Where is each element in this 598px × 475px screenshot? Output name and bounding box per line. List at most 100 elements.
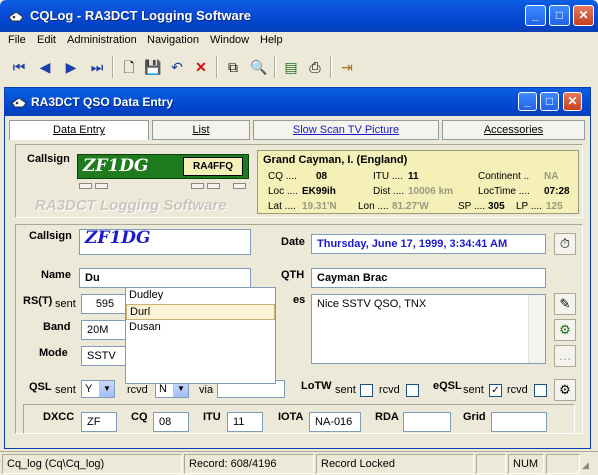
list-item[interactable]: Dudley — [126, 288, 275, 304]
continent-label: Continent .. — [478, 171, 530, 182]
child-close-button[interactable]: ✕ — [563, 92, 582, 111]
mode-label: Mode — [39, 347, 68, 359]
find-icon[interactable]: 🔍 — [248, 54, 270, 80]
rda-field[interactable] — [403, 412, 451, 432]
qsl-label: QSL — [29, 381, 52, 393]
clock-icon[interactable]: ⏱ — [554, 233, 576, 255]
name-label: Name — [41, 269, 71, 281]
prev-record-icon[interactable]: ◀ — [34, 54, 56, 80]
child-maximize-button[interactable]: □ — [540, 92, 559, 111]
minimize-button[interactable]: _ — [525, 5, 546, 26]
dist-value: 10006 km — [408, 186, 454, 197]
lat-label: Lat .... — [268, 201, 296, 212]
notes-field[interactable]: Nice SSTV QSO, TNX — [311, 294, 546, 364]
user-add-icon[interactable]: ⚙ — [554, 319, 576, 341]
tab-data-entry[interactable]: Data Entry — [9, 120, 149, 140]
status-empty — [476, 454, 506, 474]
loctime-value: 07:28 — [544, 186, 570, 197]
more-button[interactable]: … — [554, 345, 576, 367]
rst-label: RS(T) — [23, 295, 53, 307]
dist-label: Dist .... — [373, 186, 405, 197]
led-indicator — [191, 183, 204, 189]
iota-label: IOTA — [278, 411, 304, 423]
next-record-icon[interactable]: ▶ — [60, 54, 82, 80]
lotw-rcvd-checkbox[interactable] — [406, 384, 419, 397]
menu-window[interactable]: Window — [210, 34, 249, 46]
callsign-label: Callsign — [29, 230, 72, 242]
name-autocomplete-list[interactable]: Dudley Durl Dusan — [125, 287, 276, 384]
lp-value: 125 — [546, 201, 563, 212]
eqsl-sent-checkbox[interactable]: ✓ — [489, 384, 502, 397]
itu-value: 11 — [408, 171, 419, 182]
status-record: Record: 608/4196 — [184, 454, 314, 474]
country-name: Grand Cayman, I. (England) — [263, 154, 408, 166]
menu-edit[interactable]: Edit — [37, 34, 56, 46]
lotw-sent-label: sent — [335, 384, 356, 396]
tab-list[interactable]: List — [152, 120, 250, 140]
rst-sent-field[interactable]: 595 — [81, 294, 129, 314]
resize-grip-icon[interactable]: ◢ — [582, 460, 589, 471]
exit-icon[interactable]: ⇥ — [336, 54, 358, 80]
iota-field[interactable]: NA-016 — [309, 412, 361, 432]
title-bar[interactable]: CQLog - RA3DCT Logging Software _ □ ✕ — [0, 0, 598, 32]
copy-icon[interactable]: ⧉ — [222, 54, 244, 80]
first-record-icon[interactable]: ⏮ — [8, 54, 30, 80]
lon-label: Lon .... — [358, 201, 389, 212]
cq-zone-label: CQ — [131, 411, 148, 423]
header-callsign: ZF1DG — [83, 156, 149, 176]
lat-value: 19.31'N — [302, 201, 337, 212]
lotw-sent-checkbox[interactable] — [360, 384, 373, 397]
save-icon[interactable]: 💾 — [142, 54, 164, 80]
app-icon — [11, 97, 27, 108]
mode-field[interactable]: SSTV — [81, 346, 129, 366]
dxcc-field[interactable]: ZF — [81, 412, 117, 432]
toolbar-separator — [330, 56, 332, 78]
eqsl-rcvd-label: rcvd — [507, 384, 528, 396]
menu-administration[interactable]: Administration — [67, 34, 137, 46]
eqsl-rcvd-checkbox[interactable] — [534, 384, 547, 397]
edit-notes-icon[interactable]: ✎ — [554, 293, 576, 315]
name-field[interactable]: Du — [79, 268, 251, 288]
menu-help[interactable]: Help — [260, 34, 283, 46]
maximize-button[interactable]: □ — [549, 5, 570, 26]
date-field[interactable]: Thursday, June 17, 1999, 3:34:41 AM — [311, 234, 546, 254]
status-empty — [546, 454, 580, 474]
child-title-bar[interactable]: RA3DCT QSO Data Entry _ □ ✕ — [5, 88, 590, 116]
list-item[interactable]: Dusan — [126, 320, 275, 336]
tab-accessories[interactable]: Accessories — [442, 120, 585, 140]
status-locked: Record Locked — [316, 454, 474, 474]
menu-file[interactable]: File — [8, 34, 26, 46]
app-icon — [8, 11, 24, 22]
settings-icon[interactable]: ▤ — [280, 54, 302, 80]
callsign-field[interactable]: ZF1DG — [79, 229, 251, 255]
tab-sstv-picture[interactable]: Slow Scan TV Picture — [253, 120, 439, 140]
loctime-label: LocTime .... — [478, 186, 530, 197]
child-window-title: RA3DCT QSO Data Entry — [31, 95, 174, 109]
list-item[interactable]: Durl — [126, 304, 275, 320]
child-minimize-button[interactable]: _ — [518, 92, 537, 111]
qsl-manager-icon[interactable]: ⚙ — [554, 379, 576, 401]
last-record-icon[interactable]: ⏭ — [86, 54, 108, 80]
qsl-via-label: via — [199, 384, 214, 396]
band-field[interactable]: 20M — [81, 320, 129, 340]
itu-zone-field[interactable]: 11 — [227, 412, 263, 432]
cq-zone-field[interactable]: 08 — [153, 412, 189, 432]
dxcc-label: DXCC — [43, 411, 75, 423]
menu-navigation[interactable]: Navigation — [147, 34, 199, 46]
close-button[interactable]: ✕ — [573, 5, 594, 26]
qsl-sent-select[interactable]: Y ▼ — [81, 380, 115, 398]
status-num: NUM — [508, 454, 544, 474]
undo-icon[interactable]: ↶ — [166, 54, 188, 80]
delete-icon[interactable]: ✕ — [190, 54, 212, 80]
country-info-panel: Grand Cayman, I. (England) CQ .... 08 IT… — [257, 150, 579, 214]
lp-label: LP .... — [516, 201, 542, 212]
qth-field[interactable]: Cayman Brac — [311, 268, 546, 288]
notes-scrollbar[interactable] — [528, 295, 545, 363]
status-bar: Cq_log (Cq\Cq_log) Record: 608/4196 Reco… — [0, 451, 598, 475]
itu-zone-label: ITU — [203, 411, 221, 423]
grid-field[interactable] — [491, 412, 547, 432]
print-icon[interactable]: ⎙ — [304, 54, 326, 80]
continent-value: NA — [544, 171, 559, 182]
sp-value: 305 — [488, 201, 505, 212]
new-record-icon[interactable]: 🗋 — [118, 54, 140, 80]
